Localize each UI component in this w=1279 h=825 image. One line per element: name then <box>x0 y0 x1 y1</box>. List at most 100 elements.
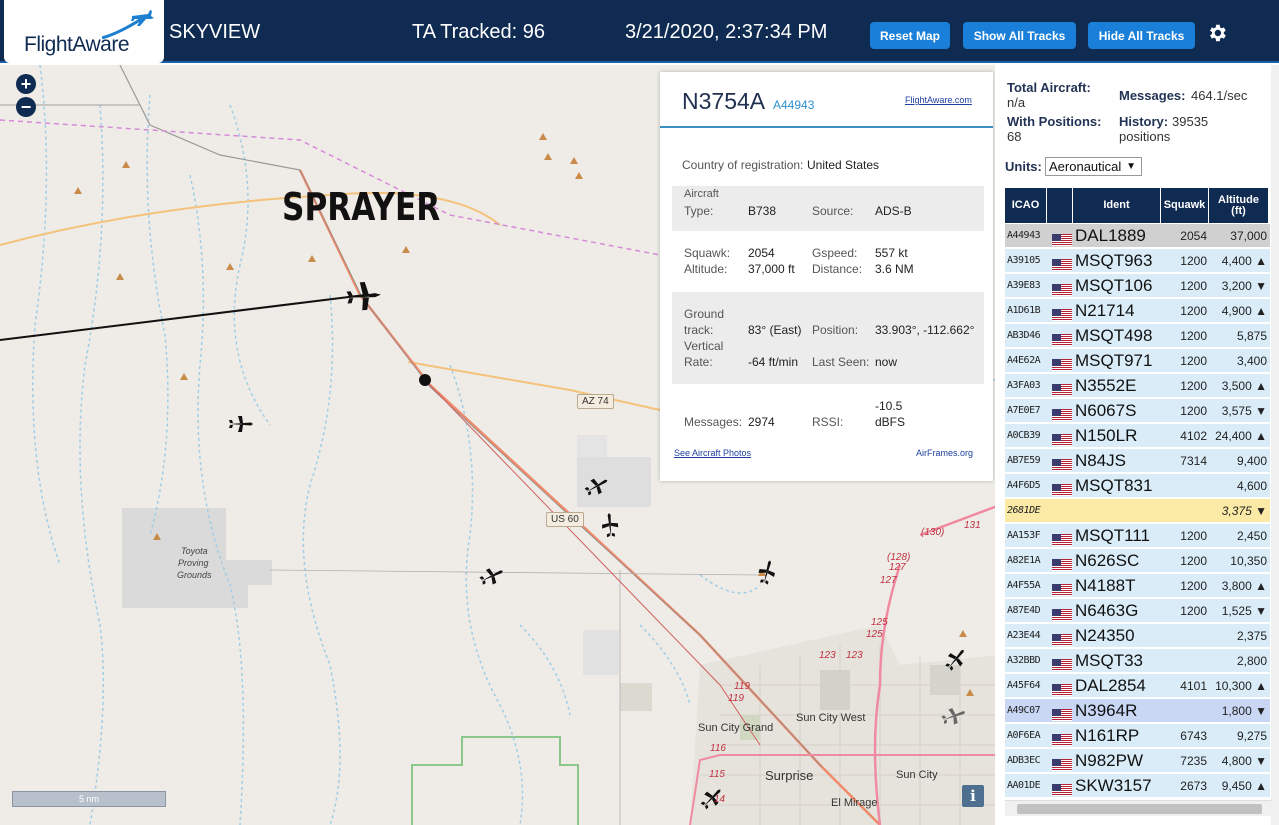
row-ident: DAL1889 <box>1075 226 1146 245</box>
row-ident: MSQT498 <box>1075 326 1153 345</box>
row-ident: N24350 <box>1075 626 1135 645</box>
row-altitude: 4,400 ▲ <box>1221 254 1267 268</box>
table-row[interactable]: A44943 DAL1889 2054 37,000 <box>1005 224 1270 248</box>
current-datetime: 3/21/2020, 2:37:34 PM <box>625 21 828 43</box>
distance-value: 3.6 NM <box>875 262 914 276</box>
source-label: Source: <box>812 204 854 218</box>
flightaware-logo[interactable]: FlightAware <box>4 0 164 63</box>
chevron-down-icon: ▼ <box>1126 161 1136 172</box>
svg-text:127: 127 <box>889 562 906 573</box>
horizontal-scrollbar[interactable] <box>1005 800 1271 816</box>
svg-text:127: 127 <box>880 575 897 586</box>
table-row[interactable]: A7E0E7 N6067S 1200 3,575 ▼ <box>1005 399 1270 423</box>
units-select[interactable]: Aeronautical ▼ <box>1045 157 1142 176</box>
ta-tracked-count: TA Tracked: 96 <box>412 21 546 43</box>
table-row[interactable]: A39E83 MSQT106 1200 3,200 ▼ <box>1005 274 1270 298</box>
table-row[interactable]: A0F6EA N161RP 6743 9,275 <box>1005 724 1270 748</box>
rate-value: -64 ft/min <box>748 355 799 369</box>
highway-shield-us60: US 60 <box>546 512 584 527</box>
table-row[interactable]: A45F64 DAL2854 4101 10,300 ▲ <box>1005 674 1270 698</box>
column-header-altitude[interactable]: Altitude (ft) <box>1209 188 1269 223</box>
with-positions-value: 68 <box>1007 129 1022 144</box>
map-info-button[interactable]: i <box>962 785 984 807</box>
table-row[interactable]: A4E62A MSQT971 1200 3,400 <box>1005 349 1270 373</box>
show-all-tracks-button[interactable]: Show All Tracks <box>963 22 1076 49</box>
row-ident: SKW3157 <box>1075 776 1152 795</box>
rssi-unit: dBFS <box>875 415 906 429</box>
us-flag-icon <box>1052 655 1072 671</box>
altitude-label: Altitude: <box>684 262 728 276</box>
type-label: Type: <box>684 204 714 218</box>
svg-text:119: 119 <box>728 693 744 704</box>
map-label-sun-city-west: Sun City West <box>796 712 866 724</box>
column-header-squawk[interactable]: Squawk <box>1161 188 1209 223</box>
us-flag-icon <box>1052 230 1072 246</box>
row-icao: AA153F <box>1007 530 1041 541</box>
svg-text:14: 14 <box>714 794 726 805</box>
reset-map-button[interactable]: Reset Map <box>870 22 950 49</box>
column-header-ident[interactable]: Ident <box>1073 188 1161 223</box>
last-seen-label: Last Seen: <box>812 355 870 369</box>
row-icao: A4F6D5 <box>1007 480 1041 491</box>
table-row[interactable]: A49C07 N3964R 1,800 ▼ <box>1005 699 1270 723</box>
row-altitude: 10,350 <box>1230 554 1267 568</box>
us-flag-icon <box>1052 705 1072 721</box>
total-aircraft-label: Total Aircraft: <box>1007 80 1091 95</box>
detail-callsign: N3754A <box>682 88 766 114</box>
table-row[interactable]: A82E1A N626SC 1200 10,350 <box>1005 549 1270 573</box>
row-squawk: 4101 <box>1180 679 1207 693</box>
row-altitude: 3,800 ▲ <box>1221 579 1267 593</box>
zoom-in-button[interactable]: + <box>16 74 36 94</box>
table-row[interactable]: A39105 MSQT963 1200 4,400 ▲ <box>1005 249 1270 273</box>
skyview-app: FlightAware SKYVIEW TA Tracked: 96 3/21/… <box>0 0 1279 825</box>
type-value: B738 <box>748 204 777 218</box>
row-squawk: 7235 <box>1180 754 1207 768</box>
aircraft-label: Aircraft <box>684 188 719 200</box>
table-row[interactable]: AA01DE SKW3157 2673 9,450 ▲ <box>1005 774 1270 798</box>
table-row[interactable]: A4F6D5 MSQT831 4,600 <box>1005 474 1270 498</box>
table-row[interactable]: A32BBD MSQT33 2,800 <box>1005 649 1270 673</box>
row-squawk: 1200 <box>1180 579 1207 593</box>
row-icao: A3FA03 <box>1007 380 1041 391</box>
gear-icon[interactable] <box>1206 22 1228 44</box>
row-icao: A4F55A <box>1007 580 1041 591</box>
table-row[interactable]: A4F55A N4188T 1200 3,800 ▲ <box>1005 574 1270 598</box>
gspeed-label: Gspeed: <box>812 246 858 260</box>
svg-text:123: 123 <box>846 650 863 661</box>
airframes-link[interactable]: AirFrames.org <box>916 448 973 458</box>
table-row[interactable]: AA153F MSQT111 1200 2,450 <box>1005 524 1270 548</box>
track-value: 83° (East) <box>748 323 802 337</box>
scrollbar-thumb[interactable] <box>1017 804 1262 814</box>
flightaware-link[interactable]: FlightAware.com <box>905 95 972 105</box>
column-header-flag[interactable] <box>1047 188 1073 223</box>
row-squawk <box>1165 649 1207 673</box>
table-row[interactable]: AB3D46 MSQT498 1200 5,875 <box>1005 324 1270 348</box>
column-header-icao[interactable]: ICAO <box>1005 188 1047 223</box>
hide-all-tracks-button[interactable]: Hide All Tracks <box>1088 22 1195 49</box>
detail-hex-code[interactable]: A44943 <box>773 98 814 112</box>
svg-text:115: 115 <box>709 769 725 780</box>
row-ident: N84JS <box>1075 451 1127 470</box>
row-altitude: 1,525 ▼ <box>1221 604 1267 618</box>
table-row[interactable]: A87E4D N6463G 1200 1,525 ▼ <box>1005 599 1270 623</box>
see-aircraft-photos-link[interactable]: See Aircraft Photos <box>674 448 751 458</box>
table-row[interactable]: 2681DE 3,375 ▼ <box>1005 499 1270 523</box>
zoom-out-button[interactable]: − <box>16 97 36 117</box>
row-squawk <box>1165 699 1207 723</box>
ground-label: Ground <box>684 307 725 321</box>
row-ident: MSQT971 <box>1075 351 1153 370</box>
row-icao: A7E0E7 <box>1007 405 1041 416</box>
table-row[interactable]: A23E44 N24350 2,375 <box>1005 624 1270 648</box>
vertical-scrollbar[interactable] <box>1271 65 1279 825</box>
table-row[interactable]: AB7E59 N84JS 7314 9,400 <box>1005 449 1270 473</box>
altitude-value: 37,000 ft <box>748 262 795 276</box>
sprayer-annotation: SPRAYER <box>282 185 441 229</box>
table-row[interactable]: A1D61B N21714 1200 4,900 ▲ <box>1005 299 1270 323</box>
table-row[interactable]: A0CB39 N150LR 4102 24,400 ▲ <box>1005 424 1270 448</box>
table-row[interactable]: A3FA03 N3552E 1200 3,500 ▲ <box>1005 374 1270 398</box>
row-icao: A1D61B <box>1007 305 1041 316</box>
us-flag-icon <box>1052 755 1072 771</box>
squawk-value: 2054 <box>748 246 775 260</box>
airplane-logo-icon <box>102 10 154 40</box>
table-row[interactable]: ADB3EC N982PW 7235 4,800 ▼ <box>1005 749 1270 773</box>
